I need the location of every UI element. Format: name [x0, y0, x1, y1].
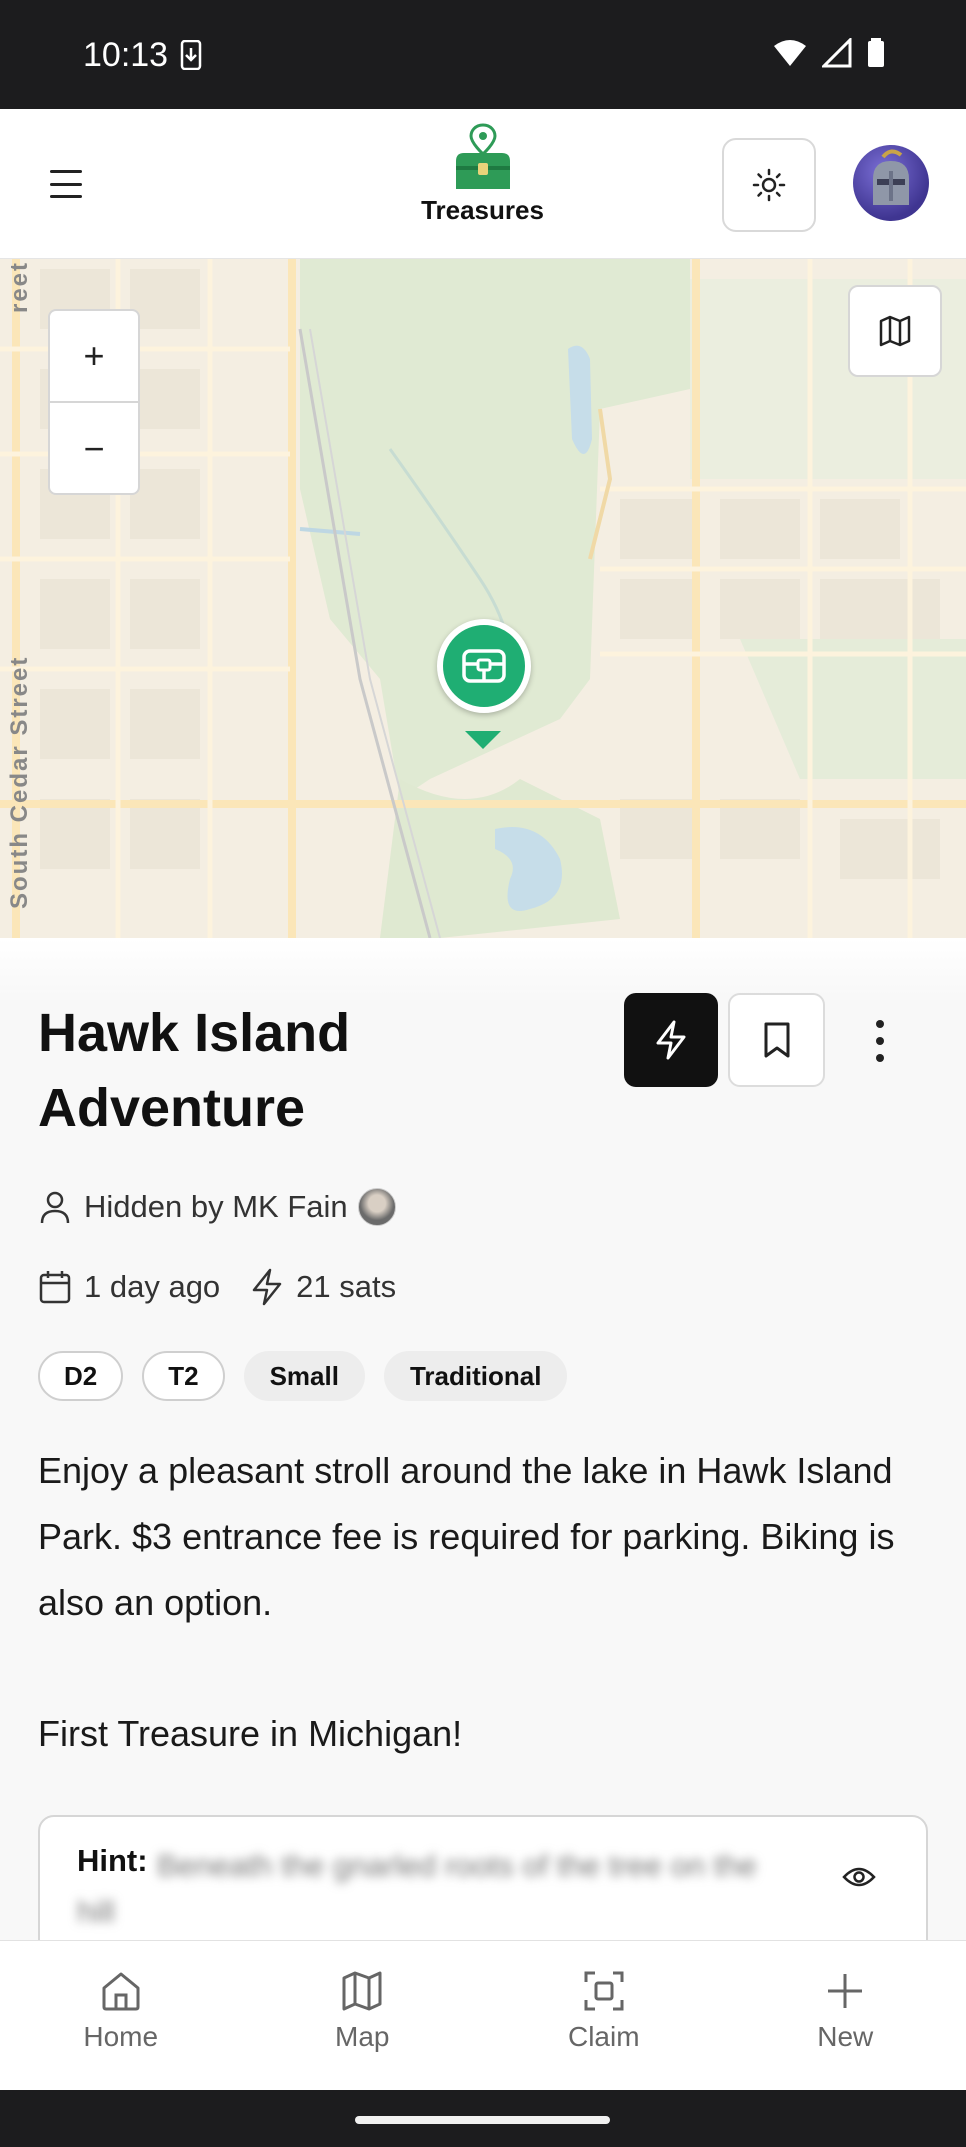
map-icon — [879, 315, 911, 347]
menu-line — [50, 182, 82, 186]
map-tiles — [0, 259, 966, 938]
nav-home[interactable]: Home — [0, 1941, 242, 2090]
hint-text-hidden: Beneath the gnarled roots of the tree on… — [77, 1848, 757, 1929]
nav-map-label: Map — [335, 2021, 390, 2052]
signal-icon — [822, 38, 852, 68]
zap-button[interactable] — [624, 993, 718, 1087]
nav-claim-label: Claim — [567, 2021, 640, 2052]
nav-claim[interactable]: Claim — [483, 1941, 725, 2090]
nav-new[interactable]: New — [725, 1941, 966, 2090]
status-bar: 10:13 — [0, 0, 966, 109]
home-indicator[interactable] — [355, 2116, 610, 2124]
menu-line — [50, 170, 82, 173]
lightning-icon — [250, 1268, 284, 1306]
bookmark-button[interactable] — [728, 993, 825, 1087]
user-avatar[interactable] — [853, 145, 929, 221]
map-view[interactable]: reet South Cedar Street + − — [0, 259, 966, 938]
nav-home-label: Home — [83, 2021, 159, 2052]
map-icon — [342, 1971, 382, 2011]
app-logo[interactable]: Treasures — [415, 123, 550, 226]
street-label: South Cedar Street — [6, 655, 33, 909]
status-time: 10:13 — [83, 36, 169, 74]
tag-size: Small — [243, 1351, 365, 1401]
zoom-control: + − — [48, 309, 140, 495]
reveal-hint-button[interactable] — [842, 1865, 876, 1894]
treasure-description-extra: First Treasure in Michigan! — [38, 1713, 463, 1754]
hider-avatar[interactable] — [357, 1188, 396, 1226]
dot — [876, 1054, 884, 1062]
tag-terrain: T2 — [142, 1351, 225, 1401]
sats-text: 21 sats — [296, 1269, 397, 1304]
hidden-by-text[interactable]: Hidden by MK Fain — [84, 1189, 348, 1225]
sun-icon — [752, 168, 786, 202]
knight-helmet-icon — [873, 149, 909, 205]
hidden-by-row: Hidden by MK Fain — [38, 1188, 396, 1226]
theme-toggle-button[interactable] — [722, 138, 816, 232]
treasure-chest-icon — [455, 123, 510, 189]
system-nav-bar — [0, 2090, 966, 2147]
date-sats-row: 1 day ago 21 sats — [38, 1268, 396, 1306]
menu-button[interactable] — [40, 164, 92, 204]
marker-pointer — [465, 731, 501, 749]
wifi-icon — [774, 40, 806, 66]
calendar-icon — [38, 1269, 72, 1305]
treasure-detail: Hawk Island Adventure Hidden by MK Fain … — [0, 938, 966, 1975]
plus-icon — [828, 1974, 863, 2008]
app-title: Treasures — [421, 195, 544, 225]
bottom-nav: Home Map Claim New — [0, 1940, 966, 2090]
treasure-description: Enjoy a pleasant stroll around the lake … — [38, 1450, 895, 1623]
zoom-in-button[interactable]: + — [50, 311, 138, 403]
tag-list: D2 T2 Small Traditional — [38, 1351, 568, 1401]
dot — [876, 1020, 884, 1028]
menu-line — [50, 195, 82, 198]
tag-type: Traditional — [383, 1351, 568, 1401]
treasure-map-marker[interactable] — [437, 619, 531, 713]
treasure-chest-icon — [462, 649, 506, 683]
treasure-title: Hawk Island Adventure — [38, 1003, 351, 1138]
nav-map[interactable]: Map — [242, 1941, 484, 2090]
home-icon — [102, 1972, 140, 2011]
app-header: Treasures — [0, 109, 966, 259]
zoom-out-button[interactable]: − — [50, 403, 138, 495]
scan-icon — [584, 1971, 624, 2011]
download-icon — [180, 39, 202, 75]
status-icons — [772, 38, 886, 68]
bookmark-icon — [764, 1022, 789, 1058]
nav-new-label: New — [817, 2021, 874, 2052]
age-text: 1 day ago — [84, 1269, 221, 1304]
more-options-button[interactable] — [860, 1016, 900, 1066]
eye-icon — [842, 1867, 876, 1887]
street-label-top: reet — [6, 260, 33, 313]
map-layers-button[interactable] — [848, 285, 942, 377]
user-icon — [38, 1189, 72, 1225]
lightning-icon — [656, 1020, 686, 1060]
dot — [876, 1037, 884, 1045]
tag-difficulty: D2 — [38, 1351, 124, 1401]
hint-label: Hint: — [77, 1843, 148, 1878]
battery-icon — [868, 38, 884, 67]
